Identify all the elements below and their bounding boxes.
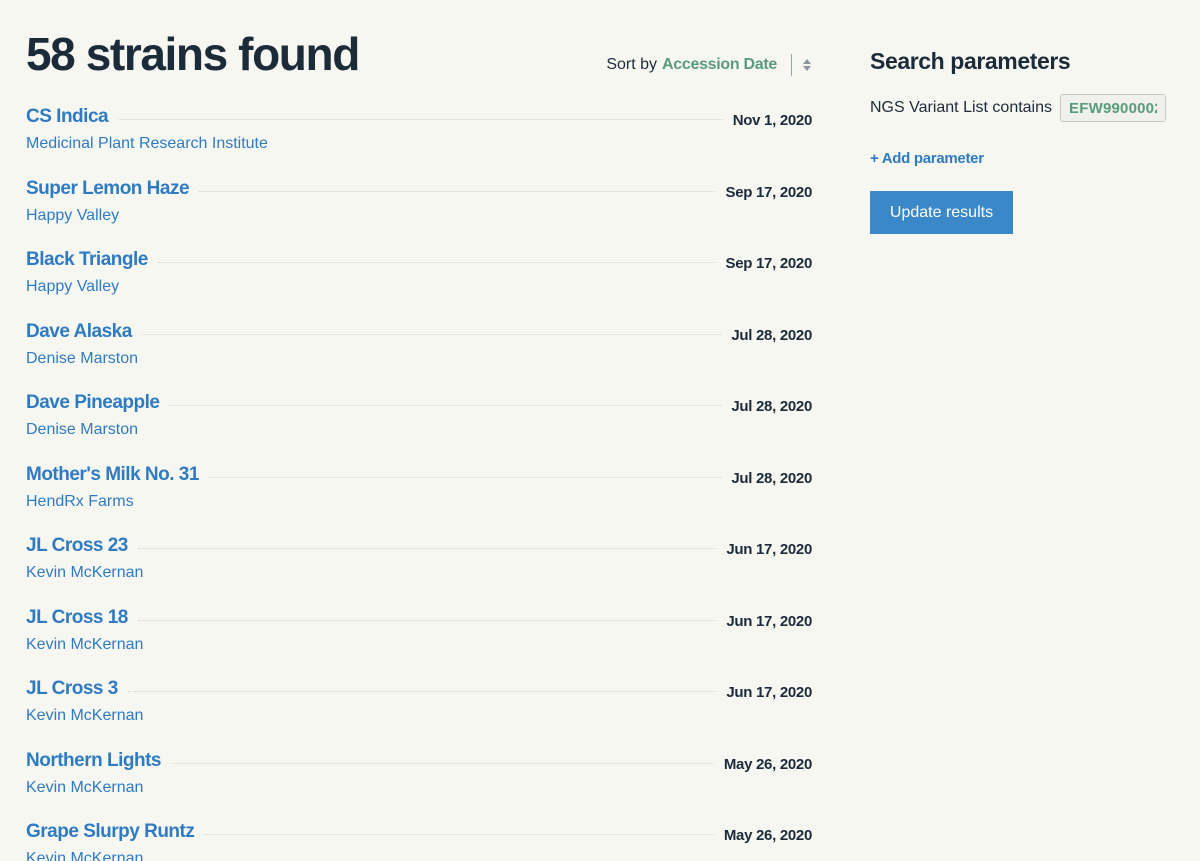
strain-row: Mother's Milk No. 31 Jul 28, 2020 HendRx… [26, 462, 812, 522]
dotted-leader [141, 333, 722, 335]
accession-date: Jun 17, 2020 [726, 540, 812, 558]
add-parameter-link[interactable]: + Add parameter [870, 150, 984, 167]
dotted-leader [169, 404, 722, 406]
dotted-leader [208, 476, 722, 478]
strain-row: Super Lemon Haze Sep 17, 2020 Happy Vall… [26, 176, 812, 236]
strain-source-link[interactable]: Kevin McKernan [26, 564, 812, 582]
accession-date: Jul 28, 2020 [731, 397, 812, 415]
strain-source-link[interactable]: Medicinal Plant Research Institute [26, 135, 812, 153]
strain-row: JL Cross 3 Jun 17, 2020 Kevin McKernan [26, 676, 812, 736]
accession-date: Jun 17, 2020 [726, 612, 812, 630]
strain-source-link[interactable]: HendRx Farms [26, 493, 812, 511]
strain-row: Dave Alaska Jul 28, 2020 Denise Marston [26, 319, 812, 379]
search-parameters-heading: Search parameters [870, 48, 1071, 74]
accession-date: May 26, 2020 [723, 826, 812, 844]
dotted-leader [137, 547, 717, 549]
strain-source-link[interactable]: Denise Marston [26, 421, 812, 439]
sort-field-select[interactable]: Accession Date [662, 56, 777, 74]
strain-source-link[interactable]: Happy Valley [26, 278, 812, 296]
strain-row: CS Indica Nov 1, 2020 Medicinal Plant Re… [26, 104, 812, 164]
accession-date: Jul 28, 2020 [731, 469, 812, 487]
strain-name-link[interactable]: JL Cross 18 [26, 607, 128, 629]
strain-source-link[interactable]: Happy Valley [26, 207, 812, 225]
strain-source-link[interactable]: Kevin McKernan [26, 707, 812, 725]
strain-name-link[interactable]: JL Cross 23 [26, 535, 128, 557]
strain-source-link[interactable]: Kevin McKernan [26, 850, 812, 861]
strain-row: Northern Lights May 26, 2020 Kevin McKer… [26, 748, 812, 808]
accession-date: May 26, 2020 [723, 755, 812, 773]
results-count-heading: 58 strains found [26, 28, 360, 80]
dotted-leader [127, 690, 717, 692]
variant-list-input[interactable] [1060, 94, 1167, 122]
strain-row: Grape Slurpy Runtz May 26, 2020 Kevin Mc… [26, 819, 812, 861]
sort-divider [791, 54, 792, 76]
accession-date: Sep 17, 2020 [725, 254, 813, 272]
strain-name-link[interactable]: Mother's Milk No. 31 [26, 464, 199, 486]
strain-name-link[interactable]: Black Triangle [26, 249, 148, 271]
accession-date: Jun 17, 2020 [726, 683, 812, 701]
strain-source-link[interactable]: Kevin McKernan [26, 636, 812, 654]
strain-name-link[interactable]: Dave Alaska [26, 321, 132, 343]
page: 58 strains found Sort by Accession Date … [0, 0, 1200, 861]
strain-name-link[interactable]: Super Lemon Haze [26, 178, 190, 200]
dotted-leader [199, 190, 716, 192]
strain-row: Black Triangle Sep 17, 2020 Happy Valley [26, 247, 812, 307]
dotted-leader [157, 261, 716, 263]
parameter-label: NGS Variant List contains [870, 99, 1053, 116]
strain-name-link[interactable]: Grape Slurpy Runtz [26, 821, 195, 843]
update-results-button[interactable]: Update results [870, 191, 1013, 234]
sort-control[interactable]: Sort by Accession Date [606, 52, 812, 78]
sort-direction-icon[interactable] [802, 59, 812, 71]
parameter-row: NGS Variant List contains [870, 94, 1167, 122]
sort-label: Sort by [606, 56, 658, 73]
strain-source-link[interactable]: Kevin McKernan [26, 779, 812, 797]
strain-row: JL Cross 23 Jun 17, 2020 Kevin McKernan [26, 533, 812, 593]
dotted-leader [204, 833, 714, 835]
strain-name-link[interactable]: JL Cross 3 [26, 678, 118, 700]
accession-date: Nov 1, 2020 [732, 111, 813, 129]
strain-name-link[interactable]: CS Indica [26, 106, 109, 128]
dotted-leader [118, 118, 723, 120]
dotted-leader [171, 762, 714, 764]
accession-date: Jul 28, 2020 [731, 326, 812, 344]
sort-up-arrow-icon[interactable] [803, 59, 811, 64]
strain-row: Dave Pineapple Jul 28, 2020 Denise Marst… [26, 390, 812, 450]
strain-source-link[interactable]: Denise Marston [26, 350, 812, 368]
sort-down-arrow-icon[interactable] [803, 66, 811, 71]
strain-name-link[interactable]: Northern Lights [26, 750, 162, 772]
strain-row: JL Cross 18 Jun 17, 2020 Kevin McKernan [26, 605, 812, 665]
accession-date: Sep 17, 2020 [725, 183, 813, 201]
dotted-leader [137, 619, 717, 621]
strain-name-link[interactable]: Dave Pineapple [26, 392, 160, 414]
